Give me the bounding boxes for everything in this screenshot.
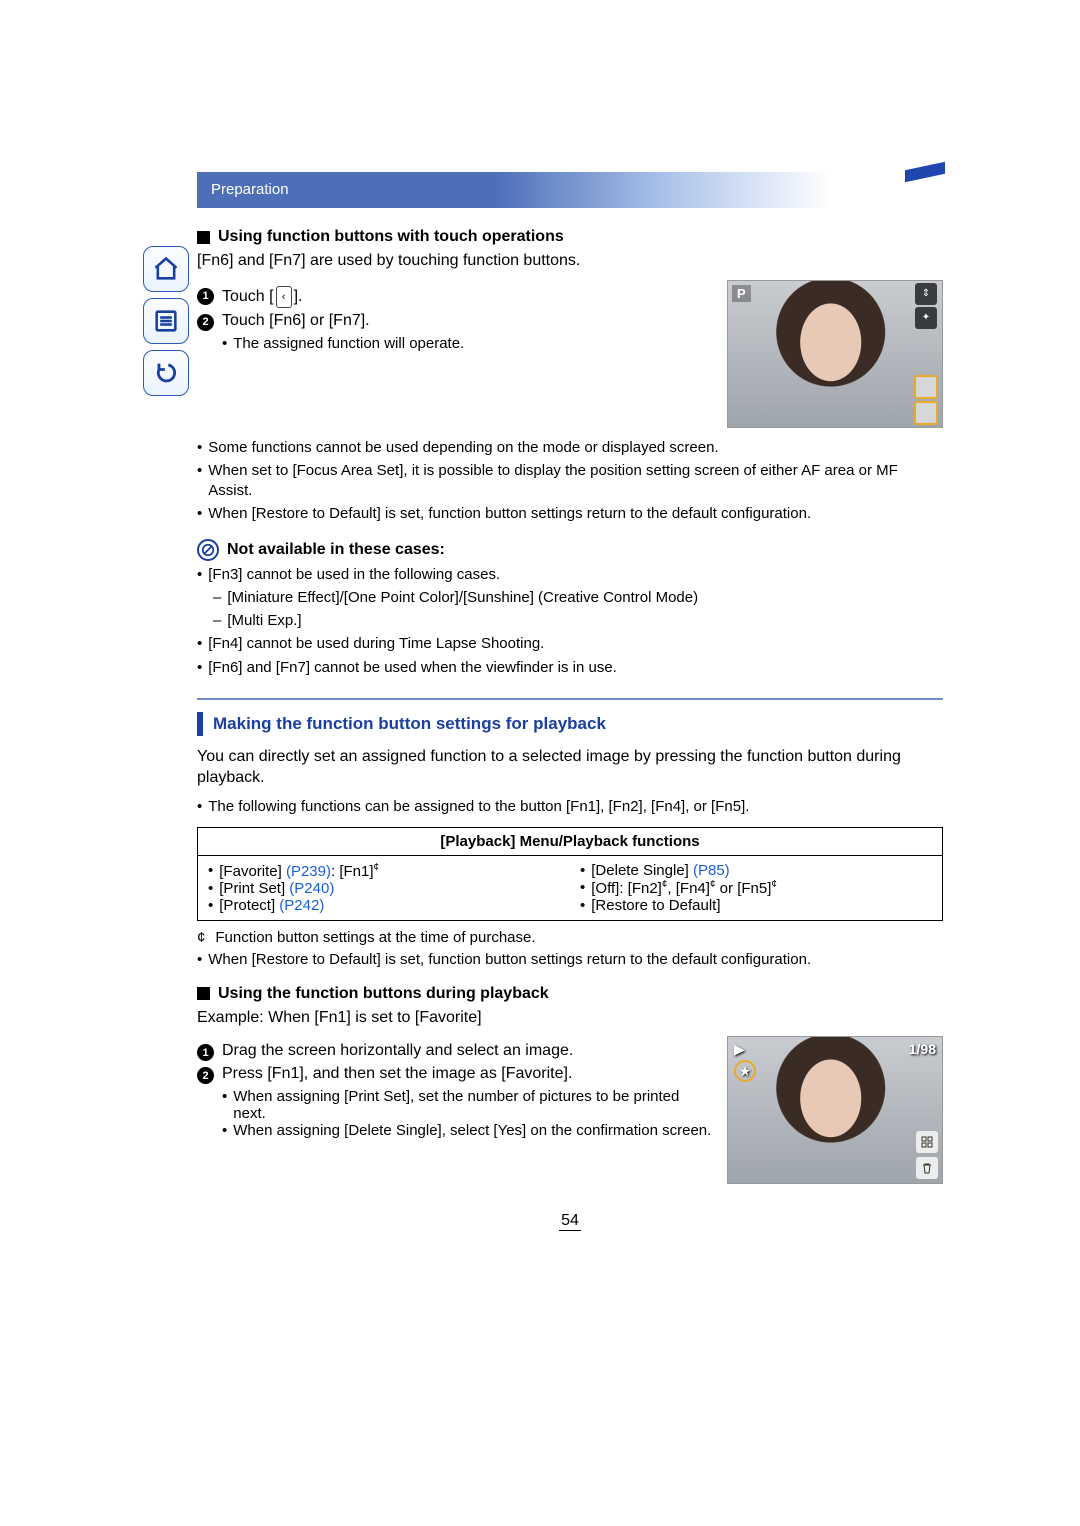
breadcrumb-label: Preparation bbox=[197, 172, 289, 198]
step-touch-fn: 2 Touch [Fn6] or [Fn7]. bbox=[197, 312, 715, 331]
heading-touch-ops: Using function buttons with touch operat… bbox=[197, 228, 943, 246]
image-counter: 1/98 bbox=[909, 1041, 936, 1057]
thumbnail-grid-icon bbox=[916, 1131, 938, 1153]
playback-intro: You can directly set an assigned functio… bbox=[197, 746, 943, 789]
fn-tab-icon: ‹ bbox=[276, 286, 292, 308]
star-icon: ★ bbox=[734, 1060, 756, 1082]
not-available-heading: Not available in these cases: bbox=[197, 539, 943, 561]
table-row: [Favorite] (P239): [Fn1]¢ bbox=[208, 862, 560, 880]
play-icon: ▶ bbox=[734, 1041, 756, 1058]
favorite-star-overlay: ▶ ★ bbox=[734, 1041, 756, 1082]
touch-screen-illustration: P ⇕ ✦ bbox=[727, 280, 943, 428]
table-row: [Protect] (P242) bbox=[208, 897, 560, 914]
playback-functions-table: [Playback] Menu/Playback functions [Favo… bbox=[197, 827, 943, 921]
footnote-purchase: ¢Function button settings at the time of… bbox=[197, 929, 943, 946]
link-p239[interactable]: (P239) bbox=[286, 863, 331, 880]
table-row: [Print Set] (P240) bbox=[208, 880, 560, 897]
delete-icon bbox=[916, 1157, 938, 1179]
table-row: [Off]: [Fn2]¢, [Fn4]¢ or [Fn5]¢ bbox=[580, 879, 932, 897]
step-drag-select: 1 Drag the screen horizontally and selec… bbox=[197, 1042, 715, 1061]
table-header: [Playback] Menu/Playback functions bbox=[198, 828, 943, 856]
touch-zoom-icon: ⇕ bbox=[915, 283, 937, 305]
section-divider bbox=[197, 698, 943, 700]
touch-intro: [Fn6] and [Fn7] are used by touching fun… bbox=[197, 250, 943, 272]
touch-ae-icon: ✦ bbox=[915, 307, 937, 329]
playback-screen-illustration: ▶ ★ 1/98 bbox=[727, 1036, 943, 1184]
step-print-set-note: When assigning [Print Set], set the numb… bbox=[222, 1088, 715, 1122]
playback-example: Example: When [Fn1] is set to [Favorite] bbox=[197, 1007, 943, 1029]
step-number-2-icon: 2 bbox=[197, 314, 214, 331]
link-p242[interactable]: (P242) bbox=[279, 897, 324, 914]
not-available-list: [Fn3] cannot be used in the following ca… bbox=[197, 565, 943, 678]
heading-during-playback: Using the function buttons during playba… bbox=[197, 985, 943, 1003]
step-number-2-icon: 2 bbox=[197, 1067, 214, 1084]
step-press-fn1: 2 Press [Fn1], and then set the image as… bbox=[197, 1065, 715, 1084]
step-number-1-icon: 1 bbox=[197, 288, 214, 305]
step-touch-tab: 1 Touch [‹]. bbox=[197, 286, 715, 308]
not-available-icon bbox=[197, 539, 219, 561]
touch-notes: Some functions cannot be used depending … bbox=[197, 438, 943, 525]
step-number-1-icon: 1 bbox=[197, 1044, 214, 1061]
step-delete-single-note: When assigning [Delete Single], select [… bbox=[222, 1122, 715, 1139]
page-number: 54 bbox=[197, 1212, 943, 1230]
table-row: [Restore to Default] bbox=[580, 897, 932, 914]
heading-playback-settings: Making the function button settings for … bbox=[197, 712, 943, 736]
fn6-touch-button bbox=[914, 375, 938, 399]
step-touch-fn-note: The assigned function will operate. bbox=[222, 335, 715, 352]
link-p85[interactable]: (P85) bbox=[693, 862, 730, 879]
link-p240[interactable]: (P240) bbox=[289, 880, 334, 897]
fn7-touch-button bbox=[914, 401, 938, 425]
mode-indicator: P bbox=[732, 285, 751, 302]
table-row: [Delete Single] (P85) bbox=[580, 862, 932, 879]
breadcrumb: Preparation bbox=[197, 172, 943, 208]
